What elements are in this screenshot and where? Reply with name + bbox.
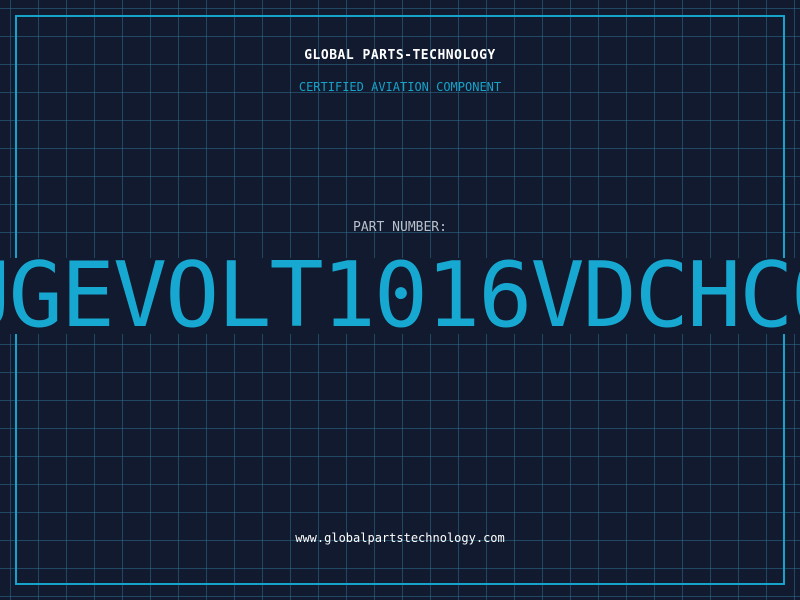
- part-number-label: PART NUMBER:: [353, 220, 447, 235]
- company-name: GLOBAL PARTS-TECHNOLOGY: [304, 48, 496, 63]
- part-label-card: GLOBAL PARTS-TECHNOLOGY CERTIFIED AVIATI…: [0, 0, 800, 600]
- website-url: www.globalpartstechnology.com: [295, 531, 505, 545]
- certification-subtitle: CERTIFIED AVIATION COMPONENT: [298, 80, 502, 94]
- part-number-value: AUGEVOLT1016VDCHCON: [0, 243, 800, 348]
